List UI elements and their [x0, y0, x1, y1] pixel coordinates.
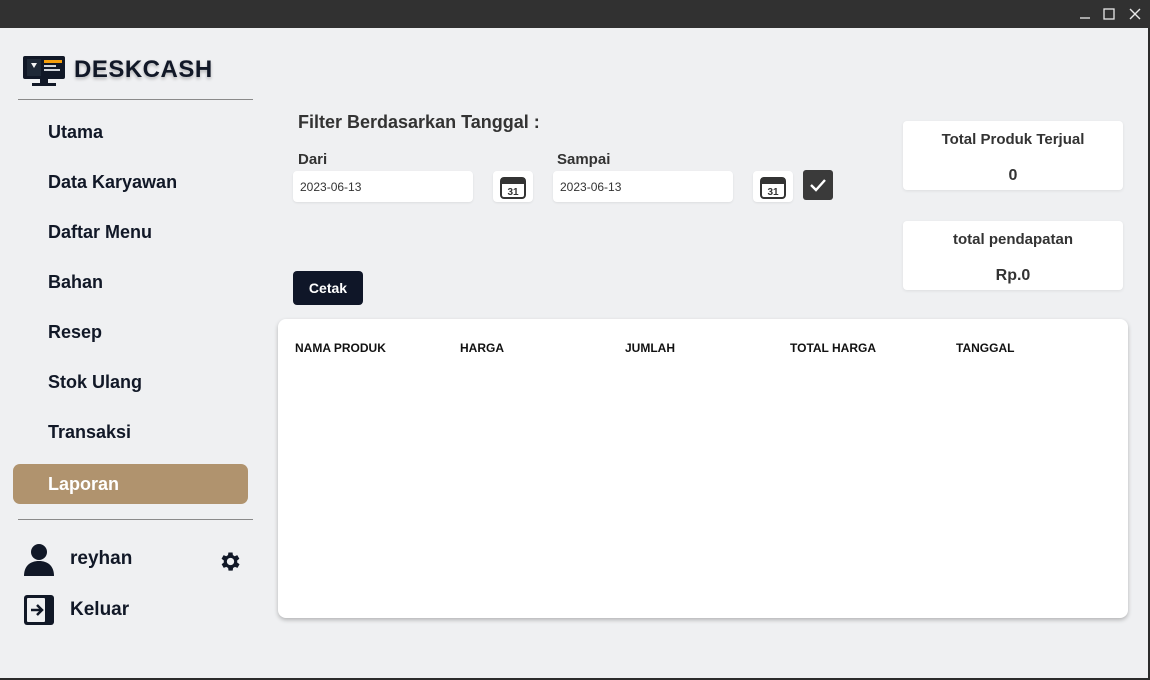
calendar-icon: 31 — [760, 176, 786, 199]
sidebar-item-transaksi[interactable]: Transaksi — [13, 412, 248, 452]
logout-button[interactable]: Keluar — [22, 593, 129, 627]
maximize-icon — [1103, 8, 1115, 20]
sidebar-item-data-karyawan[interactable]: Data Karyawan — [13, 162, 248, 202]
apply-filter-button[interactable] — [803, 170, 833, 200]
sidebar-item-label: Stok Ulang — [48, 372, 143, 392]
from-date-input[interactable] — [293, 171, 473, 202]
calendar-day-text: 31 — [767, 187, 779, 198]
sidebar-item-label: Daftar Menu — [48, 222, 153, 242]
brand-name: DESKCASH — [74, 56, 213, 83]
column-header-price[interactable]: HARGA — [460, 341, 504, 355]
print-button[interactable]: Cetak — [293, 271, 363, 305]
window-titlebar — [0, 0, 1150, 28]
gear-icon — [221, 552, 240, 571]
maximize-button[interactable] — [1099, 4, 1119, 24]
brand-logo: DESKCASH — [22, 53, 213, 87]
checkmark-icon — [810, 179, 826, 192]
sidebar-item-label: Resep — [48, 322, 103, 342]
sidebar-item-resep[interactable]: Resep — [13, 312, 248, 352]
column-header-total-price[interactable]: TOTAL HARGA — [790, 341, 876, 355]
settings-button[interactable] — [218, 549, 243, 574]
from-label: Dari — [298, 151, 328, 168]
minimize-icon — [1080, 17, 1090, 19]
total-sold-value: 0 — [1008, 167, 1018, 184]
sidebar-item-label: Transaksi — [48, 422, 132, 442]
minimize-button[interactable] — [1075, 4, 1095, 24]
report-table: NAMA PRODUK HARGA JUMLAH TOTAL HARGA TAN… — [278, 319, 1128, 618]
logout-label: Keluar — [70, 599, 130, 620]
sidebar-item-daftar-menu[interactable]: Daftar Menu — [13, 212, 248, 252]
sidebar-divider-top — [18, 99, 253, 100]
to-date-input[interactable] — [553, 171, 733, 202]
from-calendar-button[interactable]: 31 — [493, 171, 533, 202]
sidebar-item-label: Utama — [48, 122, 104, 142]
logout-icon — [24, 595, 54, 625]
total-income-card: total pendapatan Rp.0 — [903, 221, 1123, 290]
sidebar-item-stok-ulang[interactable]: Stok Ulang — [13, 362, 248, 402]
sidebar-item-label: Data Karyawan — [48, 172, 178, 192]
sidebar-item-label: Laporan — [48, 474, 120, 494]
calendar-day-text: 31 — [507, 187, 519, 198]
user-icon — [24, 544, 54, 576]
sidebar-item-bahan[interactable]: Bahan — [13, 262, 248, 302]
close-button[interactable] — [1125, 4, 1145, 24]
sidebar-item-utama[interactable]: Utama — [13, 112, 248, 152]
to-label: Sampai — [557, 151, 611, 168]
calendar-icon: 31 — [500, 176, 526, 199]
sidebar-item-label: Bahan — [48, 272, 104, 292]
username: reyhan — [70, 548, 133, 569]
column-header-date[interactable]: TANGGAL — [956, 341, 1014, 355]
column-header-product-name[interactable]: NAMA PRODUK — [295, 341, 386, 355]
column-header-quantity[interactable]: JUMLAH — [625, 341, 675, 355]
app-window: DESKCASH Utama Data Karyawan Daftar Menu… — [0, 28, 1148, 678]
close-icon — [1129, 8, 1141, 20]
sidebar-divider-bottom — [18, 519, 253, 520]
user-profile: reyhan — [22, 542, 132, 576]
total-income-value: Rp.0 — [995, 267, 1031, 284]
total-sold-card: Total Produk Terjual 0 — [903, 121, 1123, 190]
total-income-label: total pendapatan — [952, 231, 1073, 248]
filter-title: Filter Berdasarkan Tanggal : — [298, 112, 540, 132]
cash-register-monitor-icon — [23, 56, 65, 86]
total-sold-label: Total Produk Terjual — [941, 131, 1085, 148]
sidebar-item-laporan[interactable]: Laporan — [13, 464, 248, 504]
to-calendar-button[interactable]: 31 — [753, 171, 793, 202]
